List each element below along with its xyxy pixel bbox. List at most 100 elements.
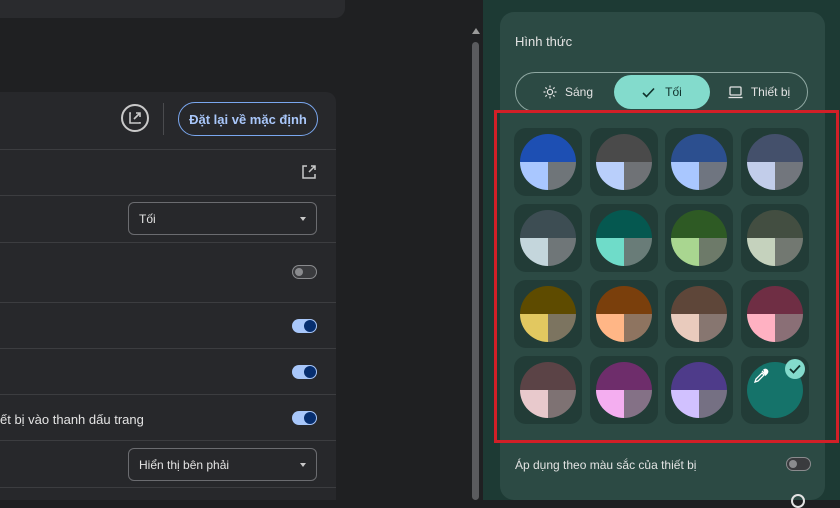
swatch-circle — [747, 286, 803, 342]
swatch-circle — [596, 134, 652, 190]
row-divider — [0, 195, 336, 196]
toggle-switch[interactable] — [292, 411, 317, 425]
swatch-right-quarter — [624, 162, 652, 190]
swatch-left-quarter — [671, 314, 699, 342]
toggle-switch[interactable] — [292, 365, 317, 379]
row-divider — [0, 149, 336, 150]
mode-device-label: Thiết bị — [750, 85, 791, 99]
color-swatch[interactable] — [665, 356, 733, 424]
row-divider — [0, 348, 336, 349]
swatch-left-quarter — [671, 162, 699, 190]
external-link-icon[interactable] — [301, 164, 317, 180]
swatch-right-quarter — [624, 390, 652, 418]
reset-default-button[interactable]: Đặt lại về mặc định — [178, 102, 318, 136]
scroll-thumb[interactable] — [472, 42, 479, 500]
color-swatch[interactable] — [590, 280, 658, 348]
open-external-button[interactable] — [121, 104, 149, 132]
swatch-right-quarter — [624, 314, 652, 342]
row-divider — [0, 394, 336, 395]
swatch-left-quarter — [520, 314, 548, 342]
swatch-circle — [596, 210, 652, 266]
mode-segmented-control: Sáng Tối Thiết bị — [515, 72, 808, 112]
apply-device-colors-toggle[interactable] — [786, 457, 811, 471]
swatch-right-quarter — [699, 238, 727, 266]
mode-device-option[interactable]: Thiết bị — [714, 75, 804, 109]
swatch-top-half — [747, 210, 803, 238]
chevron-down-icon — [300, 463, 306, 467]
swatch-left-quarter — [671, 390, 699, 418]
swatch-top-half — [596, 210, 652, 238]
swatch-top-half — [520, 210, 576, 238]
swatch-right-quarter — [699, 314, 727, 342]
appearance-title: Hình thức — [515, 34, 573, 49]
apply-device-colors-label: Áp dụng theo màu sắc của thiết bị — [515, 458, 697, 472]
header-divider — [163, 103, 164, 135]
color-swatch[interactable] — [514, 204, 582, 272]
swatch-circle — [520, 362, 576, 418]
color-swatch[interactable] — [514, 128, 582, 196]
swatch-top-half — [747, 134, 803, 162]
swatch-right-quarter — [624, 238, 652, 266]
swatch-right-quarter — [548, 238, 576, 266]
swatch-top-half — [596, 286, 652, 314]
mode-dark-label: Tối — [665, 85, 682, 99]
color-swatch[interactable] — [590, 128, 658, 196]
color-swatch[interactable] — [514, 356, 582, 424]
side-panel-position-select[interactable]: Hiển thị bên phải — [128, 448, 317, 481]
color-swatch[interactable] — [665, 204, 733, 272]
external-link-icon — [129, 112, 141, 124]
swatch-circle — [747, 134, 803, 190]
row-divider — [0, 487, 336, 488]
scroll-up-arrow-icon[interactable] — [472, 28, 480, 34]
color-swatch[interactable] — [741, 204, 809, 272]
toggle-switch[interactable] — [292, 319, 317, 333]
swatch-top-half — [596, 362, 652, 390]
mode-light-option[interactable]: Sáng — [524, 75, 612, 109]
swatch-left-quarter — [596, 162, 624, 190]
theme-select-value: Tối — [139, 211, 156, 226]
swatch-right-quarter — [699, 390, 727, 418]
row-divider — [0, 440, 336, 441]
swatch-circle — [671, 362, 727, 418]
swatch-top-half — [671, 210, 727, 238]
swatch-left-quarter — [596, 238, 624, 266]
monitor-icon — [728, 85, 743, 98]
color-swatch[interactable] — [514, 280, 582, 348]
color-swatch[interactable] — [741, 280, 809, 348]
radio-indicator[interactable] — [791, 494, 805, 508]
swatch-right-quarter — [548, 390, 576, 418]
swatch-circle — [671, 210, 727, 266]
check-icon — [642, 87, 655, 98]
scrollbar[interactable] — [470, 28, 482, 500]
color-swatch[interactable] — [590, 356, 658, 424]
color-swatch[interactable] — [590, 204, 658, 272]
swatch-circle — [596, 362, 652, 418]
mode-dark-option[interactable]: Tối — [614, 75, 710, 109]
swatch-right-quarter — [548, 314, 576, 342]
theme-select[interactable]: Tối — [128, 202, 317, 235]
color-swatch[interactable] — [665, 128, 733, 196]
selected-check-badge — [785, 359, 805, 379]
swatch-top-half — [520, 362, 576, 390]
check-icon — [789, 364, 801, 374]
swatch-left-quarter — [747, 238, 775, 266]
swatch-circle — [671, 134, 727, 190]
swatch-left-quarter — [520, 162, 548, 190]
swatch-circle — [520, 210, 576, 266]
color-swatch[interactable] — [741, 128, 809, 196]
row-divider — [0, 302, 336, 303]
eyedropper-icon — [753, 368, 769, 384]
swatch-circle — [596, 286, 652, 342]
swatch-top-half — [671, 286, 727, 314]
swatch-circle — [520, 134, 576, 190]
swatch-top-half — [520, 134, 576, 162]
swatch-left-quarter — [596, 314, 624, 342]
swatch-left-quarter — [520, 238, 548, 266]
swatch-circle — [520, 286, 576, 342]
toggle-switch[interactable] — [292, 265, 317, 279]
swatch-right-quarter — [775, 314, 803, 342]
sun-icon — [543, 85, 557, 99]
color-swatch[interactable] — [665, 280, 733, 348]
swatch-top-half — [596, 134, 652, 162]
swatch-left-quarter — [747, 162, 775, 190]
